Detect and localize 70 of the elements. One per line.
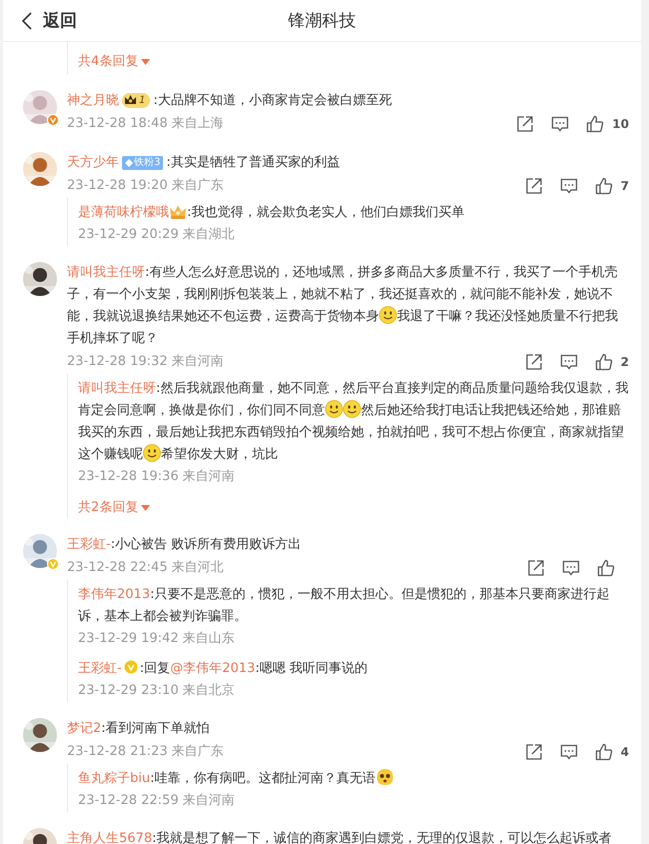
user-name[interactable]: 鱼丸粽子biu [78,771,150,786]
comment-text: 梦记2:看到河南下单就怕 [67,720,211,738]
reply-time: 23-12-29 19:42 来自山东 [78,630,236,648]
crown-icon [124,94,137,106]
more-replies-link[interactable]: 共4条回复 [78,52,150,72]
shocked-emoji-icon [376,768,394,786]
caret-icon [141,59,150,65]
user-name[interactable]: 神之月晓 [67,93,119,108]
comment-icon[interactable] [560,177,578,195]
smiley-icon [343,400,361,418]
reply-time: 23-12-29 23:10 来自北京 [78,682,236,700]
chevron-icon [21,10,33,30]
like-count: 2 [620,355,629,369]
user-name[interactable]: 李伟年2013 [78,587,150,602]
reply-text: 鱼丸粽子biu:哇靠，你有病吧。这都扯河南？真无语 [78,768,629,790]
share-icon[interactable] [524,177,543,195]
smiley-icon [379,306,397,324]
reply-text: 请叫我主任呀:然后我就跟他商量，她不同意，然后平台直接判定的商品质量问题给我仅退款，我肯定会同意啊，换做是你们，你们同不同意 然后她还给我打电话让我把钱还给她，那谁赔我买的东西，最后她让我把东西销毁拍个视频给她，拍就拍吧，我可不想占你便宜，商家就指望这个赚钱呢 希望你发大财，坑比 [78,380,629,464]
reply-time: 23-12-28 19:36 来自河南 [78,468,236,486]
comment-icon[interactable] [560,743,578,761]
like-icon[interactable] [597,559,615,577]
like-icon[interactable] [586,115,604,133]
more-replies-link[interactable]: 共2条回复 [78,498,150,518]
comment-text: 神之月晓 1 :大品牌不知道，小商家肯定会被白嫖至死 [67,92,393,110]
user-name[interactable]: 请叫我主任呀 [78,381,156,396]
comment-icon[interactable] [562,559,580,577]
verified-icon [124,660,138,674]
reply-text: 是薄荷味柠檬哦 :我也觉得，就会欺负老实人，他们白嫖我们买单 [78,203,466,222]
user-name[interactable]: 主角人生5678 [67,831,152,844]
smiley-icon [143,444,161,462]
level-number: 1 [139,94,146,108]
comment-time: 23-12-28 22:45 来自河北 [67,559,224,577]
user-name[interactable]: 王彩虹- [67,537,111,552]
share-icon[interactable] [527,559,545,577]
user-name[interactable]: 梦记2 [67,721,102,736]
user-name[interactable]: 请叫我主任呀 [67,265,145,280]
like-count: 4 [620,745,629,759]
like-count: 7 [620,179,629,193]
reply-time: 23-12-28 22:59 来自河南 [78,792,236,810]
diamond-icon [125,159,133,167]
share-icon[interactable] [516,115,534,133]
like-count: 10 [612,117,629,131]
user-name[interactable]: 王彩虹- [78,661,122,676]
fan-level: 铁粉3 [134,156,160,170]
reply-text: 李伟年2013:只要不是恶意的，惯犯，一般不用太担心。但是惯犯的，那基本只要商家进行起诉，基本上都会被判诈骗罪。 [78,586,610,626]
mention-link[interactable]: @李伟年2013 [170,661,256,676]
reply-time: 23-12-29 20:29 来自湖北 [78,226,236,244]
share-icon[interactable] [524,743,543,761]
caret-icon [141,505,150,511]
crown-icon [169,204,187,220]
user-name[interactable]: 天方少年 [67,155,119,170]
smiley-icon [325,400,343,418]
comment-time: 23-12-28 21:23 来自广东 [67,743,224,761]
comment-text: 主角人生5678:我就是想了解一下，诚信的商家遇到白嫖党，无理的仅退款，可以怎么起诉或者 [67,830,612,844]
comment-text: 天方少年 铁粉3 :其实是牺牲了普通买家的利益 [67,154,341,172]
share-icon[interactable] [524,353,543,371]
comment-text: 请叫我主任呀:有些人怎么好意思说的，还地域黑，拼多多商品大多质量不行，我买了一个手机壳子，有一个小支架，我刚刚拆包装装上，她就不粘了，我还挺喜欢的，就问能不能补发，她说不能，我就说退换结果她还不包运费，运费高于货物本身 我退了干嘛？我还没怪她质量不行把我手机摔坏了呢？ [67,264,619,348]
like-icon[interactable] [594,353,613,371]
comment-icon[interactable] [560,353,578,371]
user-name[interactable]: 是薄荷味柠檬哦 [78,205,169,220]
like-icon[interactable] [594,743,613,761]
comment-time: 23-12-28 18:48 来自上海 [67,115,224,133]
back-button[interactable]: 返回 [3,6,77,36]
comment-time: 23-12-28 19:20 来自广东 [67,177,224,195]
like-icon[interactable] [594,177,613,195]
comment-icon[interactable] [551,115,570,133]
page-title: 锋潮科技 [288,10,356,32]
comment-time: 23-12-28 19:32 来自河南 [67,353,224,371]
reply-text: 王彩虹- :回复@李伟年2013:嗯嗯 我听同事说的 [78,659,369,678]
comment-text: 王彩虹-:小心被告 败诉所有费用败诉方出 [67,536,302,554]
